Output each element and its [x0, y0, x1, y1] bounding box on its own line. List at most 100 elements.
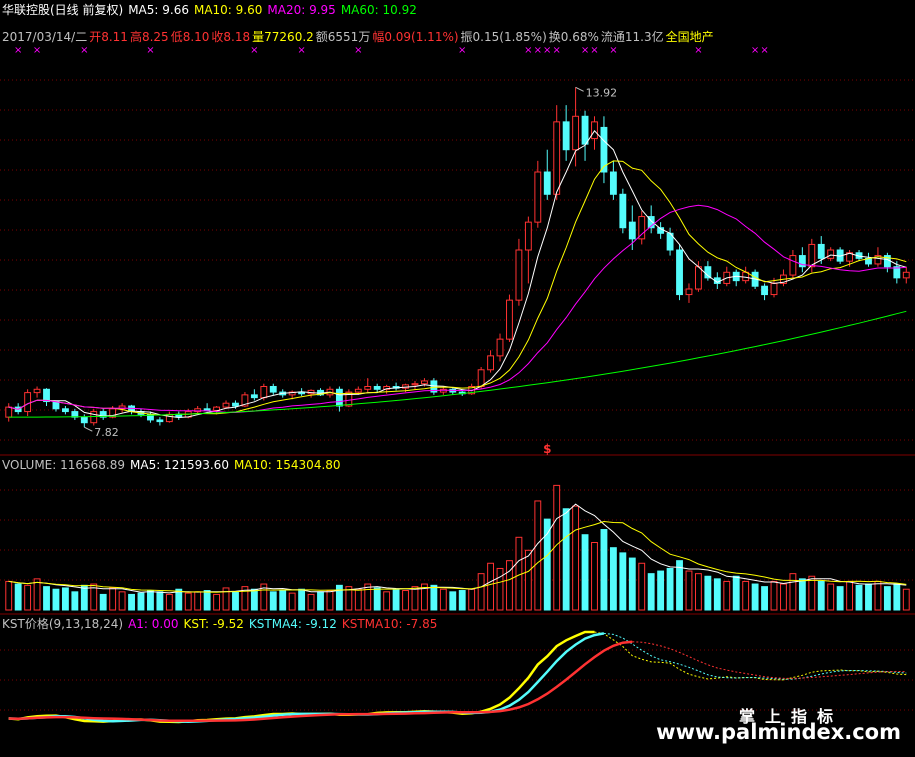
quote-amount: 额6551万: [315, 30, 371, 44]
volume-bar: [99, 593, 107, 611]
kst-value: KST: -9.52: [183, 617, 244, 631]
volume-bar: [742, 580, 750, 611]
volume-bar: [109, 587, 117, 611]
candle-body: [421, 380, 428, 385]
quote-date: 2017/03/14/二: [2, 30, 88, 44]
kst-ma4: KSTMA4: -9.12: [248, 617, 337, 631]
ma60-label: MA60: 10.92: [340, 3, 417, 17]
stock-chart[interactable]: × × × × × × × × × × × × × × × × × ×13.927.82$: [0, 0, 915, 757]
volume-bar: [392, 588, 400, 611]
x-marker: ×: [760, 45, 768, 56]
candle-body: [61, 408, 69, 413]
volume-bar: [713, 578, 721, 611]
candle-body: [553, 121, 561, 195]
volume-bar: [581, 534, 589, 611]
volume-bar: [902, 588, 910, 611]
kst-ma10: KSTMA10: -7.85: [341, 617, 438, 631]
candle-body: [354, 388, 362, 393]
price-panel[interactable]: × × × × × × × × × × × × × × × × × ×13.927.82$: [5, 45, 910, 456]
kst-a1: A1: 0.00: [128, 617, 179, 631]
x-marker: ×: [33, 45, 41, 56]
candle-body: [628, 221, 636, 240]
ma20-label: MA20: 9.95: [267, 3, 336, 17]
candle-body: [156, 419, 164, 423]
candle-body: [5, 406, 13, 418]
stock-name[interactable]: 华联控股(日线 前复权): [2, 3, 123, 17]
volume-bar: [808, 575, 816, 611]
volume-bar: [751, 583, 759, 611]
quote-volume: 量77260.2: [252, 30, 314, 44]
candle-body: [902, 271, 910, 279]
volume-bar: [213, 593, 221, 611]
volume-bar: [232, 591, 239, 611]
x-marker: ×: [146, 45, 154, 56]
candle-body: [694, 266, 702, 290]
x-marker: ×: [458, 45, 466, 56]
quote-turnover: 换0.68%: [548, 30, 599, 44]
ma10-label: MA10: 9.60: [193, 3, 263, 17]
volume-bar: [855, 584, 863, 611]
min-label: 7.82: [94, 426, 119, 439]
x-marker: ×: [751, 45, 759, 56]
volume-bar: [893, 583, 901, 611]
volume-bar: [279, 590, 287, 611]
x-marker: ×: [581, 45, 589, 56]
volume-bar: [789, 573, 797, 611]
volume-bar: [269, 591, 277, 611]
volume-bar: [71, 591, 79, 611]
quote-low: 低8.10: [170, 30, 210, 44]
x-marker: ×: [609, 45, 617, 56]
x-marker: ×: [534, 45, 542, 56]
x-marker: ×: [14, 45, 22, 56]
candle-body: [619, 193, 627, 229]
max-label: 13.92: [586, 86, 618, 99]
volume-bar: [685, 570, 693, 611]
kst-line: [8, 630, 595, 724]
volume-bar: [723, 580, 731, 611]
dollar-marker: $: [543, 442, 551, 456]
chart-grid: [0, 79, 915, 711]
volume-bar: [496, 567, 504, 611]
volume-bar: [543, 518, 551, 611]
volume-bar: [147, 590, 154, 611]
volume-bar: [80, 584, 88, 611]
volume-bar: [335, 584, 343, 611]
min-pointer: [84, 426, 93, 432]
volume-bar: [33, 578, 41, 611]
x-marker: ×: [543, 45, 551, 56]
candle-body: [80, 416, 88, 424]
kstma4-line-dashed: [603, 632, 907, 680]
x-marker: ×: [80, 45, 88, 56]
volume-bar: [798, 578, 806, 611]
volume-bar: [14, 583, 22, 611]
candle-body: [33, 388, 41, 394]
kst-line-dashed: [594, 631, 907, 681]
ma5-label: MA5: 9.66: [128, 3, 189, 17]
candle-body: [562, 121, 570, 151]
volume-bar: [477, 573, 485, 611]
volume-bar: [165, 593, 173, 611]
x-marker: ×: [297, 45, 305, 56]
candle-body: [685, 288, 693, 296]
volume-bar: [638, 562, 646, 611]
candle-body: [269, 386, 277, 393]
candle-body: [232, 402, 239, 407]
candle-body: [165, 413, 173, 423]
quote-float: 流通11.3亿: [600, 30, 664, 44]
x-marker: ×: [250, 45, 258, 56]
quote-high: 高8.25: [129, 30, 169, 44]
volume-bar: [307, 593, 315, 611]
candle-body: [260, 386, 268, 399]
volume-bar: [24, 584, 32, 611]
volume-bar: [704, 575, 712, 611]
candle-body: [817, 243, 825, 259]
quote-sector[interactable]: 全国地产: [666, 30, 714, 44]
candle-body: [52, 401, 60, 410]
volume-bar: [817, 580, 825, 611]
quote-close: 收8.18: [211, 30, 251, 44]
quote-change: 幅0.09(1.11%): [372, 30, 459, 44]
volume-panel[interactable]: [5, 484, 910, 611]
ma5-line: [8, 129, 907, 419]
volume-bar: [5, 580, 13, 611]
volume-bar: [250, 588, 258, 611]
